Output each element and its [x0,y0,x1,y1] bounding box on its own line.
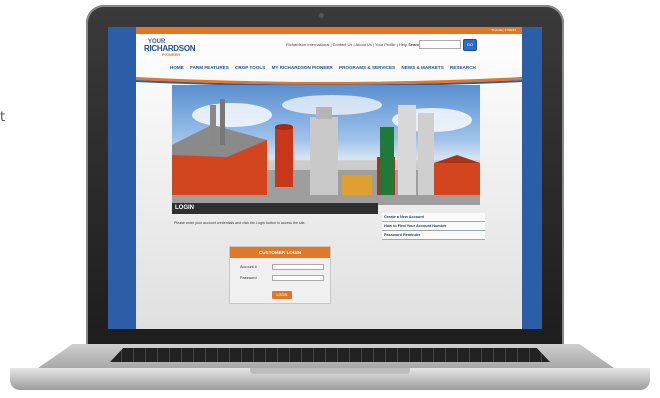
customer-login-header: CUSTOMER LOGIN [230,247,330,258]
nav-item-farm-features[interactable]: FARM FEATURES [190,65,229,70]
side-text: t [0,110,6,125]
search-input[interactable] [419,40,461,49]
search-button[interactable]: GO [463,39,477,51]
logo[interactable]: YOUR RICHARDSON PIONEER [144,39,196,57]
password-reminder-link[interactable]: Password Reminder [382,231,485,240]
main-nav: HOME FARM FEATURES CROP TOOLS MY RICHARD… [170,65,481,70]
login-instructions: Please enter your account credentials an… [174,221,306,225]
website: Thursday 17/06/11 YOUR RICHARDSON PIONEE… [136,27,522,329]
laptop-screen: Thursday 17/06/11 YOUR RICHARDSON PIONEE… [108,27,542,329]
nav-item-programs-services[interactable]: PROGRAMS & SERVICES [339,65,395,70]
logo-line3: PIONEER [162,52,181,57]
header-swoosh [136,77,522,85]
create-account-link[interactable]: Create a New Account [382,213,485,222]
nav-item-news-markets[interactable]: NEWS & MARKETS [401,65,443,70]
login-button[interactable]: LOGIN [272,291,292,299]
top-bar: Thursday 17/06/11 [136,27,522,34]
grain-elevator-illustration [172,95,480,205]
password-label: Password [240,276,257,280]
find-account-number-link[interactable]: How to Find Your Account Number [382,222,485,231]
hero-image [172,85,480,205]
top-links-text[interactable]: Richardson International | Contact Us | … [286,42,407,47]
trackpad-notch [250,368,410,374]
top-links[interactable]: Richardson International | Contact Us | … [286,42,422,47]
keyboard [110,348,550,362]
account-label: Account # [240,265,257,269]
account-input[interactable] [272,264,324,270]
password-input[interactable] [272,275,324,281]
laptop-lid: Thursday 17/06/11 YOUR RICHARDSON PIONEE… [86,5,564,357]
camera-icon [319,13,324,18]
side-links: Create a New Account How to Find Your Ac… [382,213,485,240]
nav-item-crop-tools[interactable]: CROP TOOLS [235,65,265,70]
nav-item-research[interactable]: RESEARCH [450,65,476,70]
login-title-bar: LOGIN [172,203,378,214]
customer-login-box: CUSTOMER LOGIN Account # Password LOGIN [229,246,331,304]
nav-item-my-richardson-pioneer[interactable]: MY RICHARDSON PIONEER [272,65,333,70]
nav-item-home[interactable]: HOME [170,65,184,70]
date-text: Thursday 17/06/11 [491,28,516,32]
